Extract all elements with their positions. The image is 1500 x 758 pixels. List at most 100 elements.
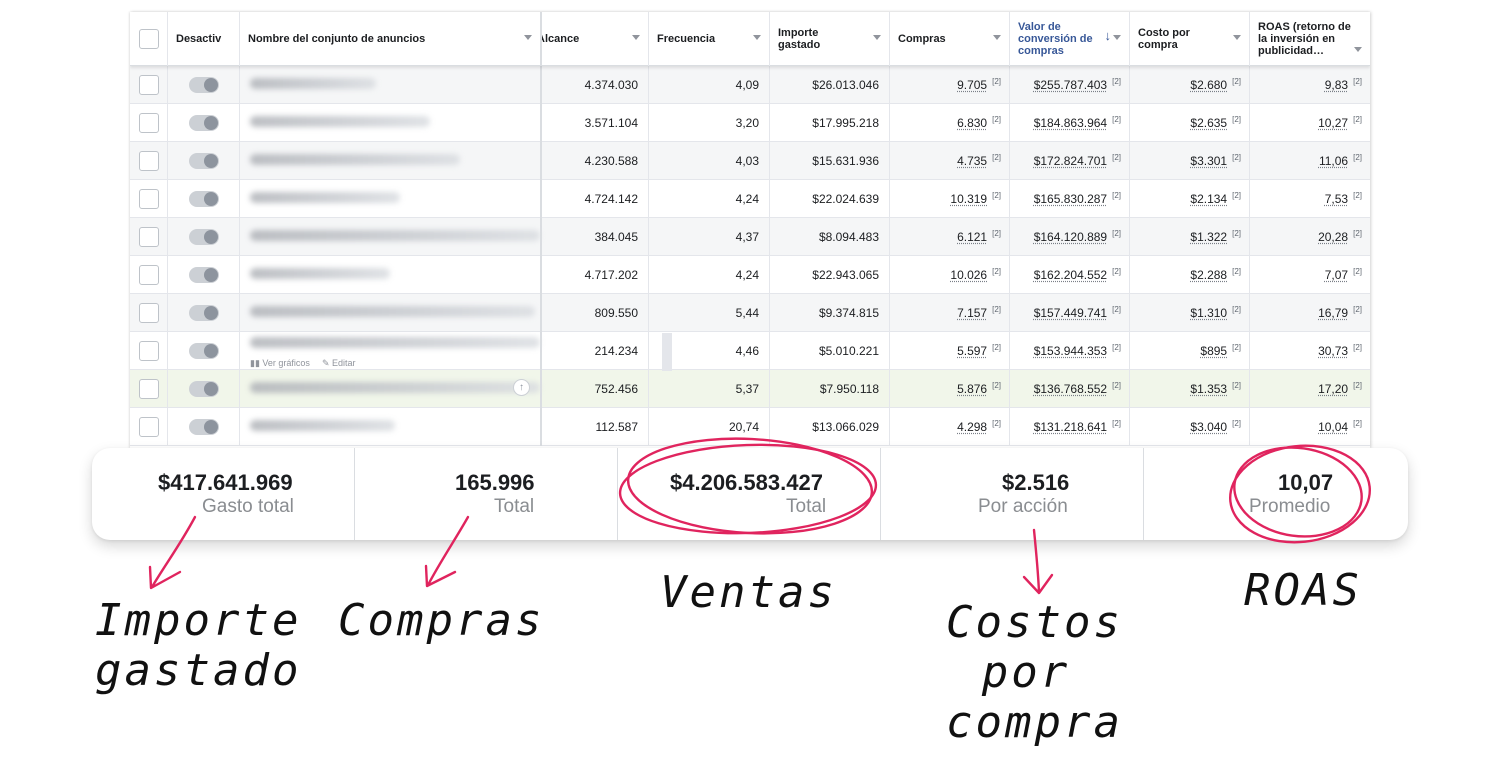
cell-roas[interactable]: 7,07 [2] xyxy=(1250,256,1370,294)
cell-conversion-value[interactable]: $136.768.552 [2] xyxy=(1010,370,1130,408)
cell-purchases[interactable]: 4.298 [2] xyxy=(890,408,1010,446)
cell-cost-per-purchase[interactable]: $1.310 [2] xyxy=(1130,294,1250,332)
chevron-down-icon[interactable] xyxy=(1354,47,1362,52)
status-toggle[interactable] xyxy=(188,419,219,435)
ad-set-name-cell[interactable] xyxy=(240,256,542,294)
header-reach[interactable]: Alcance xyxy=(542,12,649,66)
ad-set-name-cell[interactable] xyxy=(240,408,542,446)
ad-set-name-cell[interactable]: ↑ xyxy=(240,370,542,408)
select-all-checkbox[interactable] xyxy=(138,29,159,49)
row-checkbox[interactable] xyxy=(138,113,159,133)
cell-cost-per-purchase[interactable]: $1.353 [2] xyxy=(1130,370,1250,408)
cell-roas[interactable]: 30,73 [2] xyxy=(1250,332,1370,370)
chevron-down-icon[interactable] xyxy=(524,35,532,40)
header-status[interactable]: Desactiv xyxy=(168,12,240,66)
header-frequency[interactable]: Frecuencia xyxy=(649,12,770,66)
cell-conversion-value[interactable]: $184.863.964 [2] xyxy=(1010,104,1130,142)
cell-cost-per-purchase[interactable]: $2.680 [2] xyxy=(1130,66,1250,104)
status-toggle[interactable] xyxy=(188,115,219,131)
cell-purchases[interactable]: 10.026 [2] xyxy=(890,256,1010,294)
cell-cost-per-purchase[interactable]: $2.288 [2] xyxy=(1130,256,1250,294)
header-name[interactable]: Nombre del conjunto de anuncios xyxy=(240,12,542,66)
row-checkbox[interactable] xyxy=(138,189,159,209)
row-checkbox[interactable] xyxy=(138,417,159,437)
cell-roas[interactable]: 9,83 [2] xyxy=(1250,66,1370,104)
status-toggle[interactable] xyxy=(188,191,219,207)
chevron-down-icon[interactable] xyxy=(632,35,640,40)
table-row[interactable]: 4.717.202 4,24 $22.943.065 10.026 [2] $162.20… xyxy=(130,256,1370,294)
view-charts-link[interactable]: ▮▮ Ver gráficos xyxy=(250,358,310,369)
table-row[interactable]: 809.550 5,44 $9.374.815 7.157 [2] $157.449.74… xyxy=(130,294,1370,332)
header-cost-per-purchase[interactable]: Costo por compra xyxy=(1130,12,1250,66)
table-row[interactable]: 384.045 4,37 $8.094.483 6.121 [2] $164.120.88… xyxy=(130,218,1370,256)
cell-purchases[interactable]: 5.597 [2] xyxy=(890,332,1010,370)
cell-purchases[interactable]: 10.319 [2] xyxy=(890,180,1010,218)
row-checkbox[interactable] xyxy=(138,151,159,171)
cell-conversion-value[interactable]: $172.824.701 [2] xyxy=(1010,142,1130,180)
cell-purchases[interactable]: 4.735 [2] xyxy=(890,142,1010,180)
cell-roas[interactable]: 11,06 [2] xyxy=(1250,142,1370,180)
cell-conversion-value[interactable]: $165.830.287 [2] xyxy=(1010,180,1130,218)
edit-link[interactable]: ✎ Editar xyxy=(322,358,356,369)
cell-conversion-value[interactable]: $131.218.641 [2] xyxy=(1010,408,1130,446)
cell-cost-per-purchase[interactable]: $895 [2] xyxy=(1130,332,1250,370)
cell-purchases[interactable]: 5.876 [2] xyxy=(890,370,1010,408)
cell-purchases[interactable]: 6.830 [2] xyxy=(890,104,1010,142)
ad-set-name-cell[interactable] xyxy=(240,142,542,180)
ad-set-name-cell[interactable] xyxy=(240,66,542,104)
table-row[interactable]: 112.587 20,74 $13.066.029 4.298 [2] $131.218.… xyxy=(130,408,1370,446)
status-toggle[interactable] xyxy=(188,153,219,169)
cell-purchases[interactable]: 9.705 [2] xyxy=(890,66,1010,104)
cell-roas[interactable]: 20,28 [2] xyxy=(1250,218,1370,256)
status-toggle[interactable] xyxy=(188,305,219,321)
cell-roas[interactable]: 10,27 [2] xyxy=(1250,104,1370,142)
chevron-down-icon[interactable] xyxy=(1113,35,1121,40)
status-toggle[interactable] xyxy=(188,77,219,93)
row-checkbox[interactable] xyxy=(138,265,159,285)
cell-cost-per-purchase[interactable]: $3.301 [2] xyxy=(1130,142,1250,180)
row-checkbox[interactable] xyxy=(138,303,159,323)
cell-conversion-value[interactable]: $153.944.353 [2] xyxy=(1010,332,1130,370)
sort-descending-icon[interactable]: ↓ xyxy=(1105,29,1112,42)
cell-roas[interactable]: 10,04 [2] xyxy=(1250,408,1370,446)
cell-cost-per-purchase[interactable]: $3.040 [2] xyxy=(1130,408,1250,446)
cell-conversion-value[interactable]: $157.449.741 [2] xyxy=(1010,294,1130,332)
chevron-down-icon[interactable] xyxy=(1233,35,1241,40)
table-row[interactable]: 4.724.142 4,24 $22.024.639 10.319 [2] $165.83… xyxy=(130,180,1370,218)
table-row[interactable]: ↑ 752.456 5,37 $7.950.118 5.876 [2] $136.768.5… xyxy=(130,370,1370,408)
chevron-down-icon[interactable] xyxy=(753,35,761,40)
table-row[interactable]: 4.230.588 4,03 $15.631.936 4.735 [2] $172.824… xyxy=(130,142,1370,180)
status-toggle[interactable] xyxy=(188,229,219,245)
header-roas[interactable]: ROAS (retorno de la inversión en publici… xyxy=(1250,12,1370,66)
row-checkbox[interactable] xyxy=(138,227,159,247)
cell-roas[interactable]: 17,20 [2] xyxy=(1250,370,1370,408)
name-column-scrollbar[interactable] xyxy=(662,333,672,371)
row-checkbox[interactable] xyxy=(138,75,159,95)
cell-roas[interactable]: 7,53 [2] xyxy=(1250,180,1370,218)
ad-set-name-cell[interactable] xyxy=(240,294,542,332)
status-toggle[interactable] xyxy=(188,381,219,397)
ad-set-name-cell[interactable] xyxy=(240,180,542,218)
cell-cost-per-purchase[interactable]: $1.322 [2] xyxy=(1130,218,1250,256)
table-row[interactable]: ▮▮ Ver gráficos ✎ Editar 214.234 4,46 $5.010… xyxy=(130,332,1370,370)
ad-set-name-cell[interactable] xyxy=(240,218,542,256)
row-checkbox[interactable] xyxy=(138,341,159,361)
ad-set-name-cell[interactable] xyxy=(240,104,542,142)
header-purchases[interactable]: Compras xyxy=(890,12,1010,66)
ad-set-name-cell[interactable]: ▮▮ Ver gráficos ✎ Editar xyxy=(240,332,542,370)
table-row[interactable]: 3.571.104 3,20 $17.995.218 6.830 [2] $184.863… xyxy=(130,104,1370,142)
cell-conversion-value[interactable]: $255.787.403 [2] xyxy=(1010,66,1130,104)
chevron-down-icon[interactable] xyxy=(993,35,1001,40)
cell-conversion-value[interactable]: $164.120.889 [2] xyxy=(1010,218,1130,256)
cell-conversion-value[interactable]: $162.204.552 [2] xyxy=(1010,256,1130,294)
cell-roas[interactable]: 16,79 [2] xyxy=(1250,294,1370,332)
cell-purchases[interactable]: 7.157 [2] xyxy=(890,294,1010,332)
header-spent[interactable]: Importe gastado xyxy=(770,12,890,66)
header-conversion-value[interactable]: Valor de conversión de compras ↓ xyxy=(1010,12,1130,66)
cell-cost-per-purchase[interactable]: $2.635 [2] xyxy=(1130,104,1250,142)
row-checkbox[interactable] xyxy=(138,379,159,399)
cell-purchases[interactable]: 6.121 [2] xyxy=(890,218,1010,256)
scroll-up-icon[interactable]: ↑ xyxy=(513,379,530,396)
chevron-down-icon[interactable] xyxy=(873,35,881,40)
cell-cost-per-purchase[interactable]: $2.134 [2] xyxy=(1130,180,1250,218)
